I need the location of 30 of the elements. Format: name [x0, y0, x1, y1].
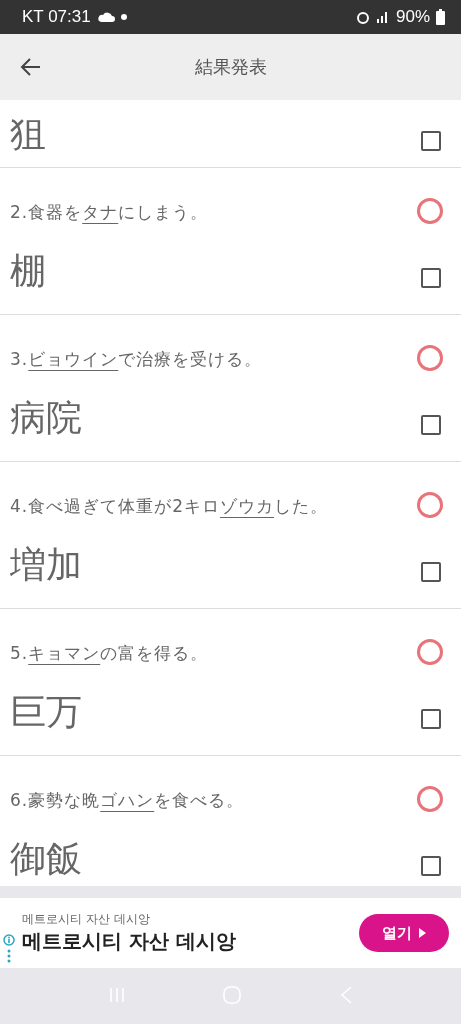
checkbox[interactable]: [421, 130, 441, 151]
ad-caption: 메트로시티 자산 데시앙: [22, 911, 151, 928]
play-icon: [418, 928, 426, 938]
question-text: 6.豪勢な晩ゴハン を食べる。: [10, 789, 245, 812]
answer-text: 巨万: [10, 693, 82, 731]
checkbox[interactable]: [421, 415, 441, 435]
dot-icon: [120, 14, 127, 20]
question-text: 2.食器を タナにしまう。: [10, 201, 209, 224]
battery-icon: [436, 9, 445, 25]
battery-percent: 90%: [395, 7, 430, 27]
back-icon[interactable]: [20, 56, 42, 78]
question-text: 3.ビョウインで治療を受ける。: [10, 348, 263, 371]
signal-icon: [375, 10, 390, 24]
answer-text: 増加: [10, 546, 82, 584]
info-icon[interactable]: [3, 934, 15, 964]
checkbox[interactable]: [421, 562, 441, 582]
answer-text: 狙: [10, 114, 46, 153]
answer-text: 病院: [10, 399, 82, 437]
checkbox[interactable]: [421, 268, 441, 288]
open-button[interactable]: 열기: [359, 914, 449, 952]
checkbox[interactable]: [421, 709, 441, 729]
header-title: 結果発表: [194, 55, 267, 79]
status-time: KT 07:31: [22, 7, 91, 27]
ad-headline: 메트로시티 자산 데시앙: [22, 928, 237, 955]
cloud-icon: [96, 11, 115, 23]
answer-text: 棚: [10, 252, 46, 290]
answer-text: 御飯: [10, 840, 82, 878]
question-text: 5.キョマンの富を得る。: [10, 642, 209, 665]
checkbox[interactable]: [421, 856, 441, 876]
question-text: 4.食べ過ぎて体重が2キロ ゾウカ した。: [10, 495, 329, 518]
